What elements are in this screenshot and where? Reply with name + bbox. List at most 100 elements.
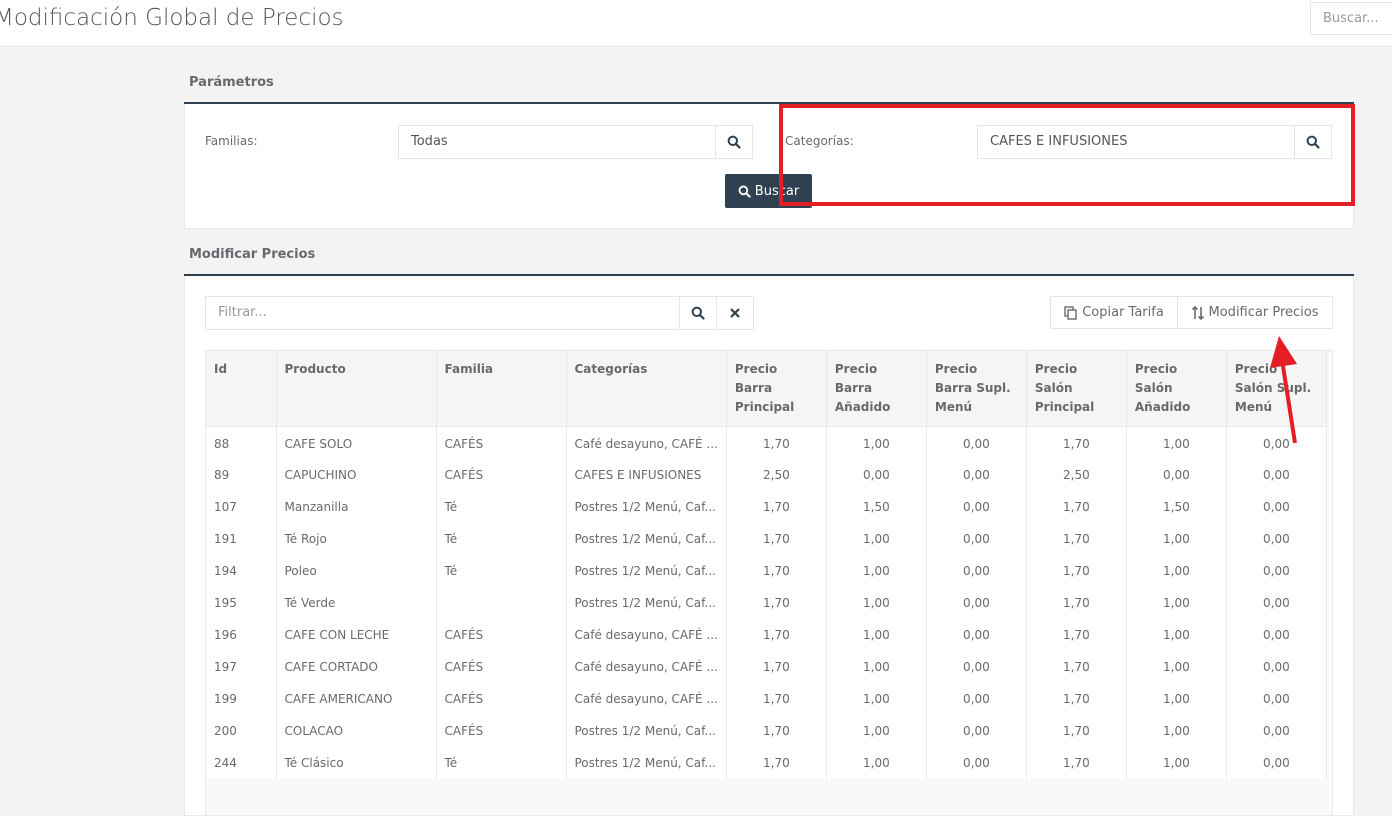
cell-precio-salon-anadido[interactable]: 1,50 [1126,490,1227,523]
cell-precio-barra-principal[interactable]: 1,70 [726,586,827,619]
cell-precio-barra-anadido[interactable]: 1,00 [826,746,927,779]
header-precio-salon-anadido[interactable]: Precio Salón Añadido [1126,351,1227,427]
cell-precio-barra-principal[interactable]: 1,70 [726,522,827,555]
cell-precio-salon-supl-menu[interactable]: 0,00 [1226,618,1327,651]
cell-precio-barra-anadido[interactable]: 0,00 [826,458,927,491]
cell-precio-barra-principal[interactable]: 1,70 [726,490,827,523]
cell-precio-barra-supl-menu[interactable]: 0,00 [926,746,1027,779]
cell-precio-barra-supl-menu[interactable]: 0,00 [926,522,1027,555]
cell-producto: Té Clásico [276,746,437,779]
cell-precio-salon-principal[interactable]: 1,70 [1026,618,1127,651]
cell-precio-salon-anadido[interactable]: 1,00 [1126,746,1227,779]
copiar-tarifa-button[interactable]: Copiar Tarifa [1050,296,1178,329]
modificar-precios-button[interactable]: Modificar Precios [1177,296,1333,329]
cell-precio-salon-anadido[interactable]: 0,00 [1126,458,1227,491]
table-row[interactable]: 200 COLACAO CAFÉS Postres 1/2 Menú, Caf... 1… [206,714,1327,747]
header-precio-salon-supl-menu[interactable]: Precio Salón Supl. Menú [1226,351,1327,427]
cell-precio-barra-anadido[interactable]: 1,00 [826,426,927,459]
table-row[interactable]: 197 CAFE CORTADO CAFÉS Café desayuno, CAFÉ … [206,650,1327,683]
cell-precio-barra-anadido[interactable]: 1,00 [826,650,927,683]
cell-precio-barra-supl-menu[interactable]: 0,00 [926,554,1027,587]
cell-precio-salon-principal[interactable]: 1,70 [1026,426,1127,459]
table-row[interactable]: 199 CAFE AMERICANO CAFÉS Café desayuno, CAF… [206,682,1327,715]
cell-precio-salon-supl-menu[interactable]: 0,00 [1226,586,1327,619]
cell-precio-barra-principal[interactable]: 1,70 [726,746,827,779]
cell-precio-salon-supl-menu[interactable]: 0,00 [1226,714,1327,747]
cell-precio-salon-principal[interactable]: 1,70 [1026,586,1127,619]
cell-precio-barra-supl-menu[interactable]: 0,00 [926,458,1027,491]
table-row[interactable]: 191 Té Rojo Té Postres 1/2 Menú, Caf... 1,70… [206,522,1327,555]
cell-precio-salon-supl-menu[interactable]: 0,00 [1226,682,1327,715]
header-precio-barra-principal[interactable]: Precio Barra Principal [726,351,827,427]
cell-precio-salon-supl-menu[interactable]: 0,00 [1226,522,1327,555]
filter-clear-button[interactable] [716,296,754,330]
cell-precio-barra-anadido[interactable]: 1,00 [826,522,927,555]
filter-input[interactable]: Filtrar... [205,296,681,330]
cell-precio-salon-supl-menu[interactable]: 0,00 [1226,490,1327,523]
table-row[interactable]: 89 CAPUCHINO CAFÉS CAFES E INFUSIONES 2,50 0,… [206,458,1327,491]
cell-precio-salon-anadido[interactable]: 1,00 [1126,650,1227,683]
prices-table-container[interactable]: Id Producto Familia Categorías Precio Ba… [205,350,1333,816]
categorias-search-button[interactable] [1294,125,1332,159]
cell-precio-barra-principal[interactable]: 1,70 [726,618,827,651]
global-search-input[interactable]: Buscar... [1310,2,1392,35]
table-row[interactable]: 88 CAFE SOLO CAFÉS Café desayuno, CAFÉ ... 1… [206,426,1327,459]
cell-precio-barra-principal[interactable]: 1,70 [726,554,827,587]
cell-precio-salon-supl-menu[interactable]: 0,00 [1226,746,1327,779]
cell-precio-salon-anadido[interactable]: 1,00 [1126,714,1227,747]
cell-precio-barra-principal[interactable]: 1,70 [726,682,827,715]
header-precio-barra-anadido[interactable]: Precio Barra Añadido [826,351,927,427]
categorias-input[interactable]: CAFES E INFUSIONES [977,125,1295,159]
cell-precio-salon-principal[interactable]: 1,70 [1026,714,1127,747]
cell-precio-barra-principal[interactable]: 1,70 [726,650,827,683]
table-row[interactable]: 196 CAFE CON LECHE CAFÉS Café desayuno, CAF… [206,618,1327,651]
buscar-button[interactable]: Buscar [725,174,812,208]
cell-precio-salon-principal[interactable]: 1,70 [1026,650,1127,683]
header-producto[interactable]: Producto [276,351,437,427]
cell-precio-salon-anadido[interactable]: 1,00 [1126,682,1227,715]
familias-search-button[interactable] [715,125,753,159]
cell-precio-salon-principal[interactable]: 1,70 [1026,522,1127,555]
cell-precio-salon-principal[interactable]: 1,70 [1026,746,1127,779]
header-id[interactable]: Id [206,351,277,427]
cell-precio-barra-supl-menu[interactable]: 0,00 [926,682,1027,715]
header-precio-barra-supl-menu[interactable]: Precio Barra Supl. Menú [926,351,1027,427]
cell-precio-salon-supl-menu[interactable]: 0,00 [1226,458,1327,491]
cell-precio-barra-supl-menu[interactable]: 0,00 [926,650,1027,683]
cell-precio-barra-supl-menu[interactable]: 0,00 [926,490,1027,523]
cell-precio-barra-principal[interactable]: 1,70 [726,426,827,459]
cell-precio-barra-supl-menu[interactable]: 0,00 [926,714,1027,747]
cell-precio-barra-supl-menu[interactable]: 0,00 [926,586,1027,619]
familias-input[interactable]: Todas [398,125,716,159]
cell-precio-barra-anadido[interactable]: 1,50 [826,490,927,523]
cell-precio-salon-principal[interactable]: 2,50 [1026,458,1127,491]
cell-precio-salon-principal[interactable]: 1,70 [1026,554,1127,587]
cell-precio-barra-anadido[interactable]: 1,00 [826,714,927,747]
table-row[interactable]: 107 Manzanilla Té Postres 1/2 Menú, Caf... 1… [206,490,1327,523]
cell-precio-salon-anadido[interactable]: 1,00 [1126,522,1227,555]
cell-precio-barra-anadido[interactable]: 1,00 [826,586,927,619]
header-categorias[interactable]: Categorías [566,351,727,427]
cell-precio-salon-principal[interactable]: 1,70 [1026,490,1127,523]
cell-precio-barra-anadido[interactable]: 1,00 [826,682,927,715]
cell-precio-salon-supl-menu[interactable]: 0,00 [1226,426,1327,459]
table-row[interactable]: 195 Té Verde Postres 1/2 Menú, Caf... 1,70 1… [206,586,1327,619]
cell-precio-salon-anadido[interactable]: 1,00 [1126,426,1227,459]
cell-precio-barra-supl-menu[interactable]: 0,00 [926,618,1027,651]
cell-precio-barra-principal[interactable]: 2,50 [726,458,827,491]
cell-precio-salon-anadido[interactable]: 1,00 [1126,586,1227,619]
cell-precio-barra-principal[interactable]: 1,70 [726,714,827,747]
header-precio-salon-principal[interactable]: Precio Salón Principal [1026,351,1127,427]
cell-precio-salon-anadido[interactable]: 1,00 [1126,618,1227,651]
header-familia[interactable]: Familia [436,351,567,427]
cell-precio-barra-anadido[interactable]: 1,00 [826,618,927,651]
cell-precio-barra-anadido[interactable]: 1,00 [826,554,927,587]
cell-precio-salon-principal[interactable]: 1,70 [1026,682,1127,715]
cell-precio-salon-anadido[interactable]: 1,00 [1126,554,1227,587]
cell-precio-barra-supl-menu[interactable]: 0,00 [926,426,1027,459]
cell-precio-salon-supl-menu[interactable]: 0,00 [1226,650,1327,683]
filter-search-button[interactable] [679,296,717,330]
table-row[interactable]: 194 Poleo Té Postres 1/2 Menú, Caf... 1,70 1,… [206,554,1327,587]
table-row[interactable]: 244 Té Clásico Té Postres 1/2 Menú, Caf... 1… [206,746,1327,779]
cell-precio-salon-supl-menu[interactable]: 0,00 [1226,554,1327,587]
